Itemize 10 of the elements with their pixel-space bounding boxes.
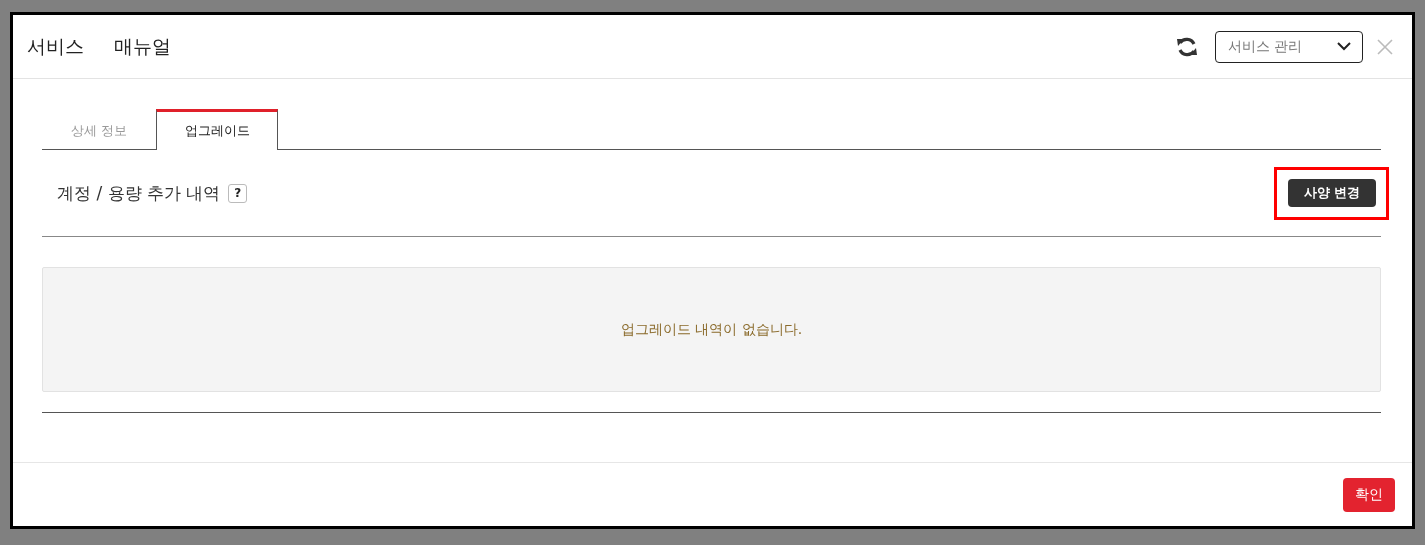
confirm-button[interactable]: 확인 [1343,477,1395,512]
empty-message: 업그레이드 내역이 없습니다. [620,320,803,339]
service-dropdown[interactable]: 서비스 관리 [1215,30,1363,63]
header-link[interactable]: 매뉴얼 [114,33,171,60]
chevron-down-icon [1337,42,1351,51]
change-spec-button[interactable]: 사양 변경 [1288,178,1376,207]
section-title: 계정 / 용량 추가 내역 [57,181,221,205]
tab[interactable]: 업그레이드 [156,109,278,150]
header-link[interactable]: 서비스 [27,33,84,60]
help-button[interactable]: ? [228,183,248,203]
